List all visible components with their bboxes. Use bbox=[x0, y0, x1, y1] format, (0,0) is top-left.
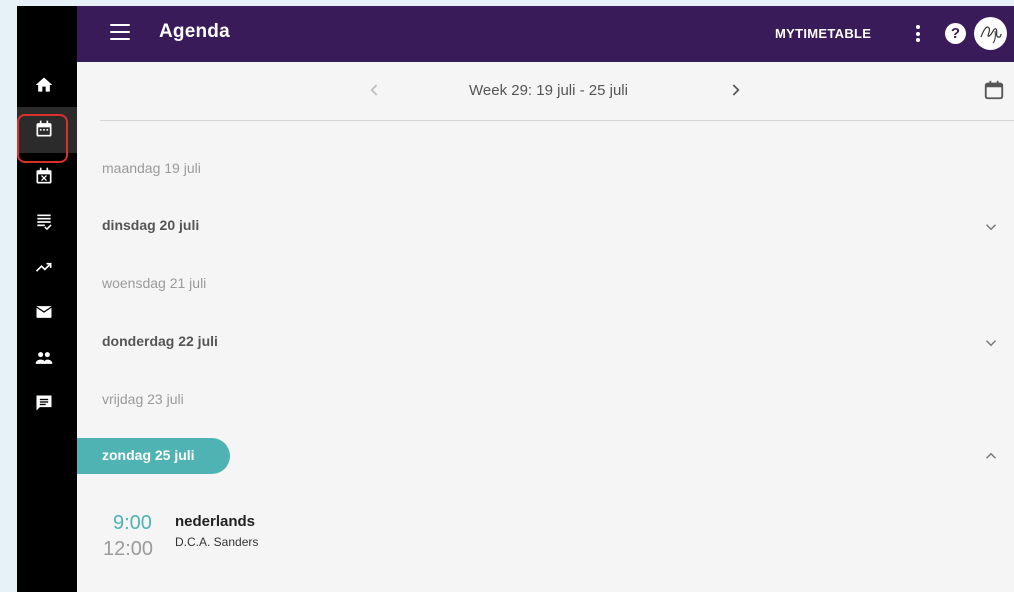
calendar-cancel-icon[interactable] bbox=[34, 166, 54, 186]
week-label: Week 29: 19 juli - 25 juli bbox=[469, 82, 628, 99]
day-label: zondag 25 juli bbox=[102, 447, 195, 463]
sidebar bbox=[17, 6, 77, 592]
menu-icon[interactable] bbox=[110, 24, 130, 42]
calendar-picker-icon[interactable] bbox=[983, 79, 1005, 101]
page-title: Agenda bbox=[159, 21, 230, 42]
event-end-time: 12:00 bbox=[103, 538, 154, 560]
agenda-event[interactable]: 9:00 12:00 nederlands D.C.A. Sanders bbox=[77, 506, 477, 566]
help-icon[interactable]: ? bbox=[945, 23, 966, 44]
day-row-monday[interactable]: maandag 19 juli bbox=[102, 160, 201, 176]
day-row-tuesday[interactable]: dinsdag 20 juli bbox=[102, 217, 199, 233]
home-icon[interactable] bbox=[34, 75, 54, 95]
chevron-up-icon[interactable] bbox=[982, 447, 1000, 465]
list-check-icon[interactable] bbox=[34, 212, 54, 232]
divider bbox=[100, 120, 1014, 121]
day-row-thursday[interactable]: donderdag 22 juli bbox=[102, 333, 218, 349]
week-navigation: Week 29: 19 juli - 25 juli bbox=[77, 62, 1014, 122]
trending-up-icon[interactable] bbox=[34, 257, 54, 277]
event-teacher: D.C.A. Sanders bbox=[175, 535, 259, 549]
more-vert-icon[interactable] bbox=[915, 25, 921, 43]
day-row-sunday-selected[interactable]: zondag 25 juli bbox=[77, 438, 230, 474]
app-window: Agenda MYTIMETABLE ? Week 29: 19 juli - … bbox=[17, 6, 1014, 592]
app-bar: Agenda MYTIMETABLE ? bbox=[77, 6, 1014, 62]
avatar[interactable] bbox=[974, 17, 1007, 50]
chevron-left-icon[interactable] bbox=[365, 80, 385, 100]
event-subject: nederlands bbox=[175, 513, 256, 530]
chevron-down-icon[interactable] bbox=[982, 218, 1000, 236]
selected-item-highlight bbox=[17, 114, 68, 163]
mytimetable-button[interactable]: MYTIMETABLE bbox=[775, 26, 871, 41]
day-row-wednesday[interactable]: woensdag 21 juli bbox=[102, 275, 206, 291]
event-start-time: 9:00 bbox=[113, 512, 152, 534]
day-row-friday[interactable]: vrijdag 23 juli bbox=[102, 391, 184, 407]
mail-icon[interactable] bbox=[34, 302, 54, 322]
chevron-down-icon[interactable] bbox=[982, 334, 1000, 352]
people-icon[interactable] bbox=[34, 348, 54, 368]
message-icon[interactable] bbox=[34, 393, 54, 413]
chevron-right-icon[interactable] bbox=[725, 80, 745, 100]
